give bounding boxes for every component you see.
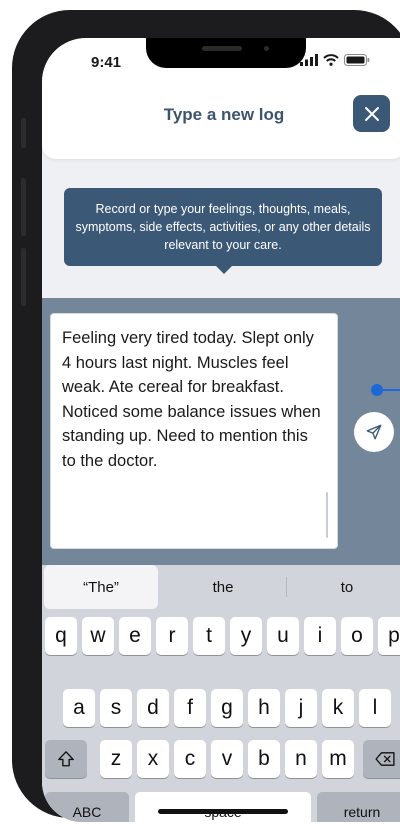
signal-icon <box>300 54 318 66</box>
shift-icon <box>58 751 74 767</box>
send-button[interactable] <box>354 412 394 452</box>
key-d[interactable]: d <box>137 689 169 727</box>
abc-key[interactable]: ABC <box>45 792 129 822</box>
screen: 9:41 Type a new log Record or type your … <box>42 38 400 822</box>
key-w[interactable]: w <box>82 617 114 655</box>
key-n[interactable]: n <box>285 740 317 778</box>
close-button[interactable] <box>353 95 390 132</box>
key-k[interactable]: k <box>322 689 354 727</box>
key-h[interactable]: h <box>248 689 280 727</box>
page-title: Type a new log <box>163 105 285 124</box>
phone-frame: 9:41 Type a new log Record or type your … <box>12 10 400 822</box>
keyboard: “The” the to q w e r t y u i o p a s d f… <box>42 565 400 822</box>
key-u[interactable]: u <box>267 617 299 655</box>
suggestion-1[interactable]: “The” <box>44 565 158 609</box>
header: 9:41 Type a new log <box>42 38 400 159</box>
status-time: 9:41 <box>91 54 122 71</box>
volume-up-button <box>21 178 26 236</box>
key-l[interactable]: l <box>359 689 391 727</box>
notch <box>146 38 306 68</box>
key-j[interactable]: j <box>285 689 317 727</box>
key-y[interactable]: y <box>230 617 262 655</box>
backspace-key[interactable] <box>363 740 400 778</box>
home-indicator <box>158 809 288 814</box>
log-text-input[interactable]: Feeling very tired today. Slept only 4 h… <box>50 313 338 549</box>
callout-line <box>381 389 400 391</box>
key-b[interactable]: b <box>248 740 280 778</box>
status-icons <box>300 54 370 66</box>
key-p[interactable]: p <box>378 617 400 655</box>
shift-key[interactable] <box>45 740 87 778</box>
key-x[interactable]: x <box>137 740 169 778</box>
key-v[interactable]: v <box>211 740 243 778</box>
key-e[interactable]: e <box>119 617 151 655</box>
key-a[interactable]: a <box>63 689 95 727</box>
key-m[interactable]: m <box>322 740 354 778</box>
key-o[interactable]: o <box>341 617 373 655</box>
key-i[interactable]: i <box>304 617 336 655</box>
key-g[interactable]: g <box>211 689 243 727</box>
backspace-icon <box>375 752 395 766</box>
close-icon <box>364 106 379 121</box>
key-s[interactable]: s <box>100 689 132 727</box>
compose-area: Feeling very tired today. Slept only 4 h… <box>42 298 400 568</box>
suggestion-divider <box>286 577 287 597</box>
text-scrollbar[interactable] <box>326 492 328 538</box>
key-c[interactable]: c <box>174 740 206 778</box>
space-key[interactable]: space <box>135 792 311 822</box>
key-t[interactable]: t <box>193 617 225 655</box>
suggestion-3[interactable]: to <box>288 565 400 609</box>
key-q[interactable]: q <box>45 617 77 655</box>
volume-down-button <box>21 248 26 306</box>
speaker <box>202 46 242 51</box>
return-key[interactable]: return <box>317 792 400 822</box>
mute-switch <box>21 118 26 148</box>
send-icon <box>366 424 382 440</box>
key-f[interactable]: f <box>174 689 206 727</box>
key-z[interactable]: z <box>100 740 132 778</box>
suggestion-2[interactable]: the <box>162 565 284 609</box>
battery-icon <box>344 54 370 66</box>
tooltip-pointer <box>216 266 232 274</box>
key-r[interactable]: r <box>156 617 188 655</box>
wifi-icon <box>323 54 339 66</box>
instruction-tooltip: Record or type your feelings, thoughts, … <box>64 188 382 266</box>
camera <box>264 46 269 51</box>
